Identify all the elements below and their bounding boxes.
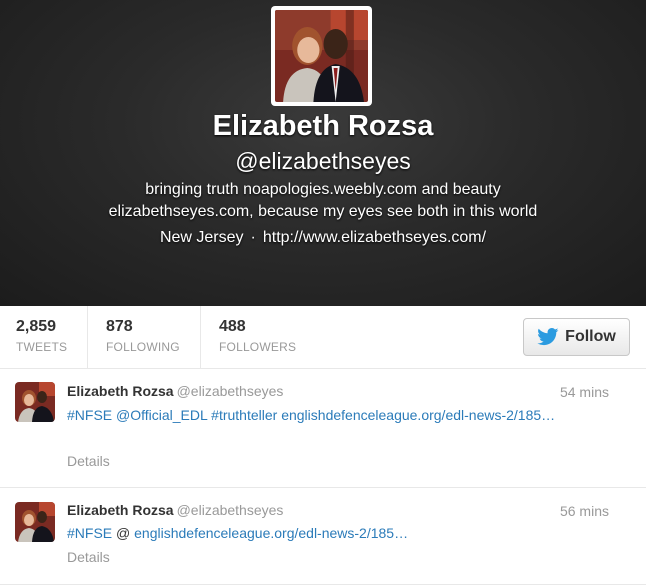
tweet-author[interactable]: Elizabeth Rozsa @elizabethseyes [67, 502, 283, 518]
tweet-timestamp[interactable]: 54 mins [560, 384, 609, 400]
tweet-author-name: Elizabeth Rozsa [67, 502, 174, 518]
hashtag-link[interactable]: #truthteller [211, 407, 277, 423]
stat-following[interactable]: 878 FOLLOWING [106, 306, 180, 369]
url-link[interactable]: englishdefenceleague.org/edl-news-2/185… [281, 407, 555, 423]
stat-following-count: 878 [106, 318, 133, 335]
stat-divider [200, 306, 201, 369]
bio-line-2: elizabethseyes.com, because my eyes see … [108, 203, 538, 220]
profile-photo [275, 10, 368, 102]
profile-url[interactable]: http://www.elizabethseyes.com/ [263, 229, 486, 246]
tweet-details-link[interactable]: Details [67, 549, 110, 565]
stat-tweets-count: 2,859 [16, 318, 57, 335]
profile-avatar[interactable] [271, 6, 372, 106]
stat-followers[interactable]: 488 FOLLOWERS [219, 306, 296, 369]
profile-handle: @elizabethseyes [235, 148, 411, 174]
tweet-text: #NFSE @Official_EDL #truthteller english… [67, 405, 557, 426]
url-link[interactable]: englishdefenceleague.org/edl-news-2/185… [134, 525, 408, 541]
hashtag-link[interactable]: #NFSE [67, 525, 112, 541]
tweet-avatar[interactable] [15, 502, 55, 542]
tweet-author-handle: @elizabethseyes [176, 502, 284, 518]
tweet-author-handle: @elizabethseyes [176, 383, 284, 399]
follow-button-label: Follow [565, 328, 616, 345]
stat-followers-label: FOLLOWERS [219, 340, 297, 354]
stat-followers-count: 488 [219, 318, 246, 335]
tweet-item[interactable]: Elizabeth Rozsa @elizabethseyes 54 mins #… [0, 370, 646, 487]
tweet-author[interactable]: Elizabeth Rozsa @elizabethseyes [67, 383, 283, 399]
tweet-item[interactable]: Elizabeth Rozsa @elizabethseyes 56 mins #… [0, 488, 646, 586]
follow-button[interactable]: Follow [523, 318, 630, 356]
profile-meta: New Jersey · http://www.elizabethseyes.com… [0, 229, 646, 247]
stat-tweets-label: TWEETS [16, 340, 68, 354]
tweet-avatar[interactable] [15, 382, 55, 422]
hashtag-link[interactable]: #NFSE [67, 407, 112, 423]
stat-divider [87, 306, 88, 369]
twitter-bird-icon [537, 328, 559, 346]
tweet-text: #NFSE @ englishdefenceleague.org/edl-new… [67, 525, 409, 541]
bio-line-1: bringing truth noapologies.weebly.com an… [145, 181, 501, 198]
profile-location: New Jersey [159, 229, 244, 246]
mention-link[interactable]: @Official_EDL [116, 407, 207, 423]
meta-separator: · [250, 229, 256, 246]
profile-name: Elizabeth Rozsa [212, 110, 434, 142]
tweet-author-name: Elizabeth Rozsa [67, 383, 174, 399]
stat-following-label: FOLLOWING [106, 340, 180, 354]
tweet-timestamp[interactable]: 56 mins [560, 503, 609, 519]
profile-header: Elizabeth Rozsa @elizabethseyes bringing… [0, 0, 646, 306]
tweet-divider [0, 584, 646, 585]
stat-tweets[interactable]: 2,859 TWEETS [16, 306, 67, 369]
profile-bio: bringing truth noapologies.weebly.com an… [60, 179, 586, 223]
tweet-details-link[interactable]: Details [67, 453, 110, 469]
